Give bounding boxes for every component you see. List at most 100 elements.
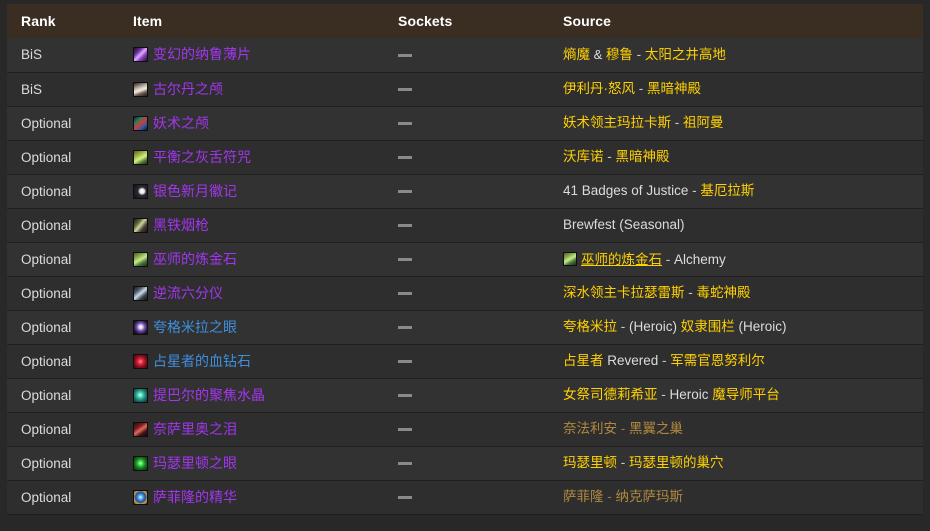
- item-link[interactable]: 银色新月徽记: [153, 183, 237, 199]
- cell-item: 平衡之灰舌符咒: [119, 140, 384, 174]
- source-link[interactable]: 女祭司德莉希亚: [563, 387, 658, 402]
- cell-sockets: [384, 242, 549, 276]
- source-tail-link[interactable]: 玛瑟里顿的巢穴: [629, 455, 724, 470]
- source-separator: -: [662, 251, 674, 267]
- table-header: Rank Item Sockets Source: [7, 4, 923, 38]
- source-icon-alchemist-stone: [563, 251, 577, 266]
- cell-rank: Optional: [7, 412, 119, 446]
- item-link[interactable]: 萨菲隆的精华: [153, 489, 237, 505]
- source-link[interactable]: 伊利丹·怒风: [563, 81, 635, 96]
- cell-sockets: [384, 72, 549, 106]
- socket-empty-dash: [398, 393, 412, 397]
- source-tail-link[interactable]: 黑暗神殿: [647, 81, 701, 96]
- column-header-source[interactable]: Source: [549, 4, 923, 38]
- item-icon-bloodlust-brooch: [133, 353, 148, 369]
- source-link[interactable]: 萨菲隆: [563, 489, 604, 504]
- item-icon-silver-crescent: [133, 183, 148, 199]
- rank-label: Optional: [21, 421, 72, 437]
- cell-item: 变幻的纳鲁薄片: [119, 38, 384, 72]
- source-tail-link[interactable]: 祖阿曼: [683, 115, 724, 130]
- cell-source: 沃库诺 - 黑暗神殿: [549, 140, 923, 174]
- source-tail-link[interactable]: 军需官恩努利尔: [670, 353, 765, 368]
- table-row: Optional 黑铁烟枪 Brewfest (Seasonal): [7, 208, 923, 242]
- source-link[interactable]: 妖术领主玛拉卡斯: [563, 115, 671, 130]
- cell-rank: Optional: [7, 140, 119, 174]
- cell-rank: BiS: [7, 38, 119, 72]
- column-header-rank[interactable]: Rank: [7, 4, 119, 38]
- cell-item: 玛瑟里顿之眼: [119, 446, 384, 480]
- source-link[interactable]: 玛瑟里顿: [563, 455, 617, 470]
- cell-source: 萨菲隆 - 纳克萨玛斯: [549, 480, 923, 514]
- item-link[interactable]: 夸格米拉之眼: [153, 319, 237, 335]
- source-tail-link[interactable]: 黑暗神殿: [616, 149, 670, 164]
- item-link[interactable]: 平衡之灰舌符咒: [153, 149, 251, 165]
- source-link[interactable]: 奈法利安: [563, 421, 617, 436]
- source-link[interactable]: 沃库诺: [563, 149, 604, 164]
- item-link[interactable]: 古尔丹之颅: [153, 81, 223, 97]
- socket-empty-dash: [398, 495, 412, 499]
- table-row: BiS 变幻的纳鲁薄片 熵魔 & 穆鲁 - 太阳之井高地: [7, 38, 923, 72]
- cell-rank: Optional: [7, 344, 119, 378]
- source-link[interactable]: 深水领主卡拉瑟雷斯: [563, 285, 685, 300]
- item-link[interactable]: 巫师的炼金石: [153, 251, 237, 267]
- cell-sockets: [384, 378, 549, 412]
- cell-rank: Optional: [7, 480, 119, 514]
- item-link[interactable]: 逆流六分仪: [153, 285, 223, 301]
- cell-source: Brewfest (Seasonal): [549, 208, 923, 242]
- source-tail-link[interactable]: 魔导师平台: [712, 387, 780, 402]
- column-header-sockets[interactable]: Sockets: [384, 4, 549, 38]
- cell-source: 玛瑟里顿 - 玛瑟里顿的巢穴: [549, 446, 923, 480]
- source-tail-link[interactable]: 奴隶围栏: [681, 319, 735, 334]
- source-ampersand: &: [590, 47, 606, 62]
- source-separator: -: [684, 285, 697, 301]
- item-icon-ashtongue-talisman: [133, 149, 148, 165]
- source-tail-link[interactable]: 毒蛇神殿: [697, 285, 751, 300]
- source-separator: -: [617, 421, 629, 437]
- rank-label: Optional: [21, 319, 72, 335]
- cell-item: 夸格米拉之眼: [119, 310, 384, 344]
- item-link[interactable]: 妖术之颅: [153, 115, 209, 131]
- source-link[interactable]: 熵魔: [563, 47, 590, 62]
- item-icon-dark-iron-smoking-pipe: [133, 217, 148, 233]
- cell-rank: Optional: [7, 208, 119, 242]
- item-link[interactable]: 奈萨里奥之泪: [153, 421, 237, 437]
- source-tail-link[interactable]: 黑翼之巢: [629, 421, 683, 436]
- source-tail-link[interactable]: 太阳之井高地: [645, 47, 726, 62]
- source-separator: -: [617, 455, 629, 471]
- table-row: BiS 古尔丹之颅 伊利丹·怒风 - 黑暗神殿: [7, 72, 923, 106]
- item-link[interactable]: 玛瑟里顿之眼: [153, 455, 237, 471]
- cell-rank: BiS: [7, 72, 119, 106]
- source-separator: -: [617, 319, 629, 335]
- source-tail-link[interactable]: 基厄拉斯: [700, 183, 754, 198]
- source-link[interactable]: 夸格米拉: [563, 319, 617, 334]
- column-header-item[interactable]: Item: [119, 4, 384, 38]
- cell-rank: Optional: [7, 378, 119, 412]
- item-icon-nefarians-tear: [133, 421, 148, 437]
- socket-empty-dash: [398, 223, 412, 227]
- cell-item: 黑铁烟枪: [119, 208, 384, 242]
- source-tail-link[interactable]: 纳克萨玛斯: [616, 489, 684, 504]
- source-link[interactable]: 巫师的炼金石: [581, 252, 662, 267]
- cell-source: 伊利丹·怒风 - 黑暗神殿: [549, 72, 923, 106]
- source-text-mid: Revered: [603, 353, 659, 369]
- item-link[interactable]: 黑铁烟枪: [153, 217, 209, 233]
- table-row: Optional 妖术之颅 妖术领主玛拉卡斯 - 祖阿曼: [7, 106, 923, 140]
- bis-gear-table: Rank Item Sockets Source BiS 变幻的纳鲁薄片 熵魔 & …: [7, 4, 923, 515]
- cell-sockets: [384, 38, 549, 72]
- rank-label: BiS: [21, 81, 43, 97]
- rank-label: Optional: [21, 115, 72, 131]
- source-tail-text: (Heroic): [629, 319, 681, 335]
- cell-source: 巫师的炼金石 - Alchemy: [549, 242, 923, 276]
- socket-empty-dash: [398, 257, 412, 261]
- item-link[interactable]: 提巴尔的聚焦水晶: [153, 387, 265, 403]
- source-link[interactable]: 穆鲁: [606, 47, 633, 62]
- socket-empty-dash: [398, 121, 412, 125]
- cell-rank: Optional: [7, 310, 119, 344]
- source-text: Brewfest (Seasonal): [563, 217, 685, 233]
- source-link[interactable]: 占星者: [563, 353, 604, 368]
- item-link[interactable]: 占星者的血钻石: [153, 353, 251, 369]
- rank-label: Optional: [21, 455, 72, 471]
- cell-item: 古尔丹之颅: [119, 72, 384, 106]
- cell-rank: Optional: [7, 106, 119, 140]
- item-link[interactable]: 变幻的纳鲁薄片: [153, 46, 251, 62]
